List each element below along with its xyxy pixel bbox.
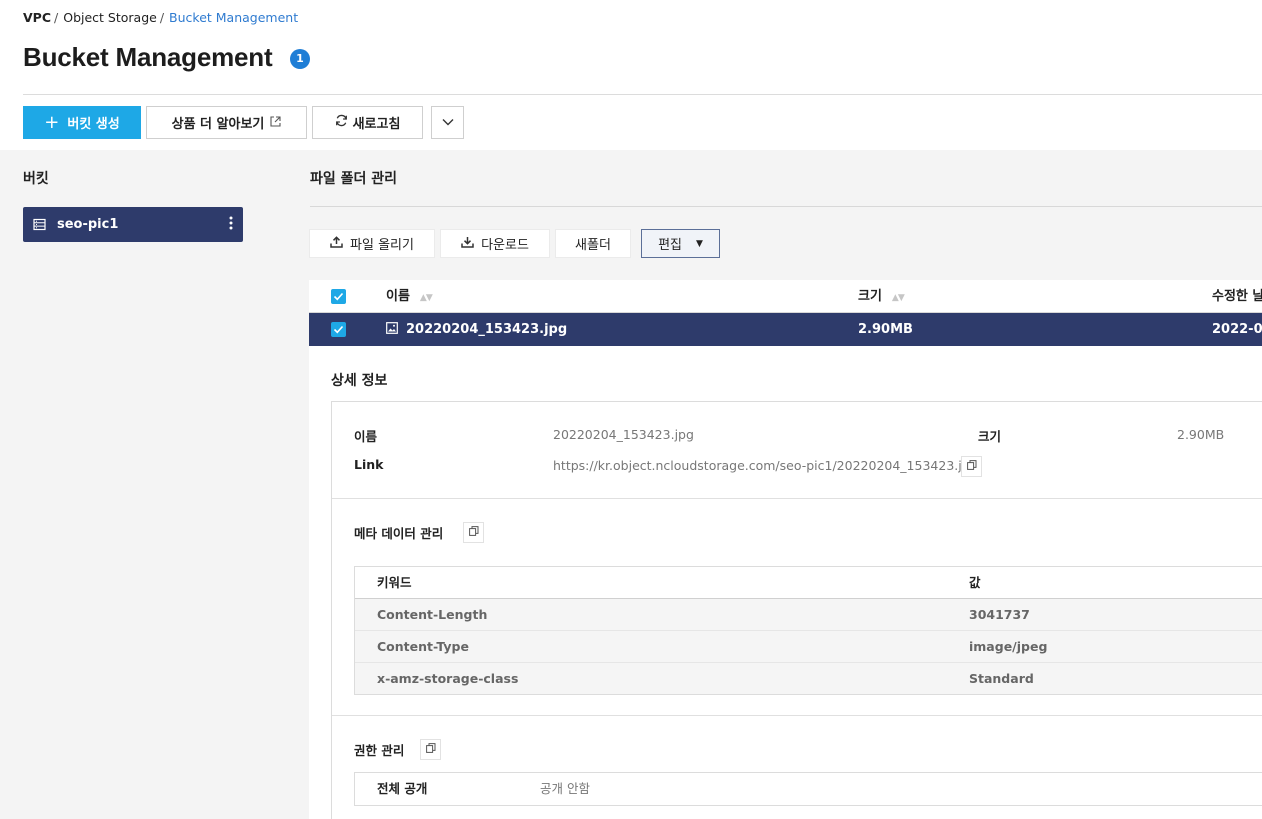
- bucket-icon: [33, 218, 46, 231]
- new-folder-label: 새폴더: [575, 238, 611, 253]
- caret-down-icon: ▼: [696, 238, 703, 249]
- column-header-modified[interactable]: 수정한 날: [1212, 280, 1262, 313]
- breadcrumb-separator: /: [159, 10, 165, 25]
- copy-icon: [425, 742, 436, 757]
- help-badge[interactable]: 1: [290, 49, 310, 69]
- detail-title: 상세 정보: [331, 373, 388, 389]
- permissions-table: 전체 공개 공개 안함: [354, 772, 1262, 806]
- breadcrumb-item-vpc[interactable]: VPC: [23, 10, 51, 25]
- detail-name-label: 이름: [354, 429, 378, 444]
- table-row: x-amz-storage-class Standard: [355, 663, 1262, 694]
- kebab-icon[interactable]: [229, 216, 233, 234]
- refresh-button[interactable]: 새로고침: [312, 106, 423, 139]
- upload-icon: [330, 235, 343, 252]
- divider: [332, 498, 1262, 499]
- metadata-value: image/jpeg: [969, 639, 1048, 654]
- metadata-key: Content-Type: [377, 639, 469, 654]
- column-header-size[interactable]: 크기 ▲▼: [858, 280, 905, 313]
- page-title: Bucket Management: [23, 42, 273, 72]
- breadcrumb-item-current: Bucket Management: [169, 10, 299, 25]
- upload-button[interactable]: 파일 올리기: [309, 229, 435, 258]
- metadata-value-header: 값: [969, 575, 981, 590]
- column-name-label: 이름: [386, 289, 410, 304]
- metadata-popup-button[interactable]: [463, 522, 484, 543]
- permissions-title: 권한 관리: [354, 743, 405, 758]
- refresh-icon: [335, 114, 348, 131]
- detail-link-label: Link: [354, 457, 384, 472]
- copy-icon: [468, 525, 479, 540]
- download-label: 다운로드: [481, 238, 529, 253]
- chevron-down-icon: [442, 115, 454, 130]
- plus-icon: +: [44, 111, 60, 133]
- divider: [310, 206, 1262, 207]
- metadata-table: 키워드 값 Content-Length 3041737 Content-Typ…: [354, 566, 1262, 695]
- copy-icon: [966, 459, 977, 474]
- column-header-name[interactable]: 이름 ▲▼: [386, 280, 433, 313]
- divider: [332, 715, 1262, 716]
- bucket-label: seo-pic1: [57, 217, 119, 232]
- detail-box: 이름 20220204_153423.jpg 크기 2.90MB Link ht…: [331, 401, 1262, 819]
- detail-size-value: 2.90MB: [1177, 427, 1225, 442]
- file-panel-title: 파일 폴더 관리: [310, 171, 398, 187]
- divider: [23, 94, 1262, 95]
- breadcrumb-item-object-storage[interactable]: Object Storage: [63, 10, 157, 25]
- column-size-label: 크기: [858, 289, 882, 304]
- breadcrumb: VPC / Object Storage / Bucket Management: [23, 10, 298, 25]
- edit-dropdown-button[interactable]: 편집 ▼: [641, 229, 720, 258]
- row-name-cell: 20220204_153423.jpg: [386, 313, 567, 346]
- table-row: Content-Type image/jpeg: [355, 631, 1262, 663]
- sort-icon: ▲▼: [419, 293, 433, 303]
- new-folder-button[interactable]: 새폴더: [555, 229, 631, 258]
- column-modified-label: 수정한 날: [1212, 289, 1262, 304]
- detail-link-value[interactable]: https://kr.object.ncloudstorage.com/seo-…: [553, 458, 978, 473]
- metadata-value: Standard: [969, 671, 1034, 686]
- detail-size-label: 크기: [978, 429, 1002, 444]
- metadata-key: Content-Length: [377, 607, 488, 622]
- image-file-icon: [386, 314, 398, 347]
- download-button[interactable]: 다운로드: [440, 229, 550, 258]
- metadata-value: 3041737: [969, 607, 1030, 622]
- breadcrumb-separator: /: [54, 10, 59, 25]
- external-link-icon: [270, 115, 281, 130]
- main-toolbar: + 버킷 생성 상품 더 알아보기 새로고침: [23, 106, 464, 139]
- download-icon: [461, 236, 474, 252]
- learn-more-button[interactable]: 상품 더 알아보기: [146, 106, 307, 139]
- metadata-key-header: 키워드: [377, 575, 412, 590]
- row-modified: 2022-04-: [1212, 322, 1262, 337]
- sort-icon: ▲▼: [891, 293, 905, 303]
- permissions-popup-button[interactable]: [420, 739, 441, 760]
- metadata-title: 메타 데이터 관리: [354, 526, 444, 541]
- file-panel: 파일 폴더 관리 파일 올리기 다운로드 새폴더 편집 ▼ 이름 ▲▼ 크기 ▲…: [276, 150, 1262, 819]
- bucket-sidebar: 버킷 seo-pic1: [0, 150, 276, 819]
- file-table-header: 이름 ▲▼ 크기 ▲▼ 수정한 날: [309, 280, 1262, 313]
- detail-panel: 상세 정보 이름 20220204_153423.jpg 크기 2.90MB L…: [309, 346, 1262, 819]
- refresh-label: 새로고침: [352, 117, 401, 132]
- permissions-label: 전체 공개: [377, 781, 428, 796]
- file-toolbar: 파일 올리기 다운로드 새폴더 편집 ▼: [309, 229, 720, 258]
- permissions-value: 공개 안함: [540, 781, 590, 796]
- select-all-checkbox[interactable]: [331, 289, 346, 304]
- metadata-table-header: 키워드 값: [355, 567, 1262, 599]
- create-bucket-button[interactable]: + 버킷 생성: [23, 106, 141, 139]
- row-size: 2.90MB: [858, 322, 913, 337]
- row-checkbox[interactable]: [331, 322, 346, 337]
- more-dropdown-button[interactable]: [431, 106, 464, 139]
- edit-label: 편집: [658, 238, 682, 253]
- table-row: Content-Length 3041737: [355, 599, 1262, 631]
- upload-label: 파일 올리기: [350, 238, 414, 253]
- sidebar-title: 버킷: [23, 171, 49, 187]
- copy-link-button[interactable]: [961, 456, 982, 477]
- detail-name-value: 20220204_153423.jpg: [553, 427, 694, 442]
- create-bucket-label: 버킷 생성: [67, 117, 120, 132]
- row-name: 20220204_153423.jpg: [406, 322, 568, 337]
- metadata-key: x-amz-storage-class: [377, 671, 519, 686]
- learn-more-label: 상품 더 알아보기: [171, 117, 265, 132]
- bucket-item-seo-pic1[interactable]: seo-pic1: [23, 207, 243, 242]
- table-row[interactable]: 20220204_153423.jpg 2.90MB 2022-04-: [309, 313, 1262, 346]
